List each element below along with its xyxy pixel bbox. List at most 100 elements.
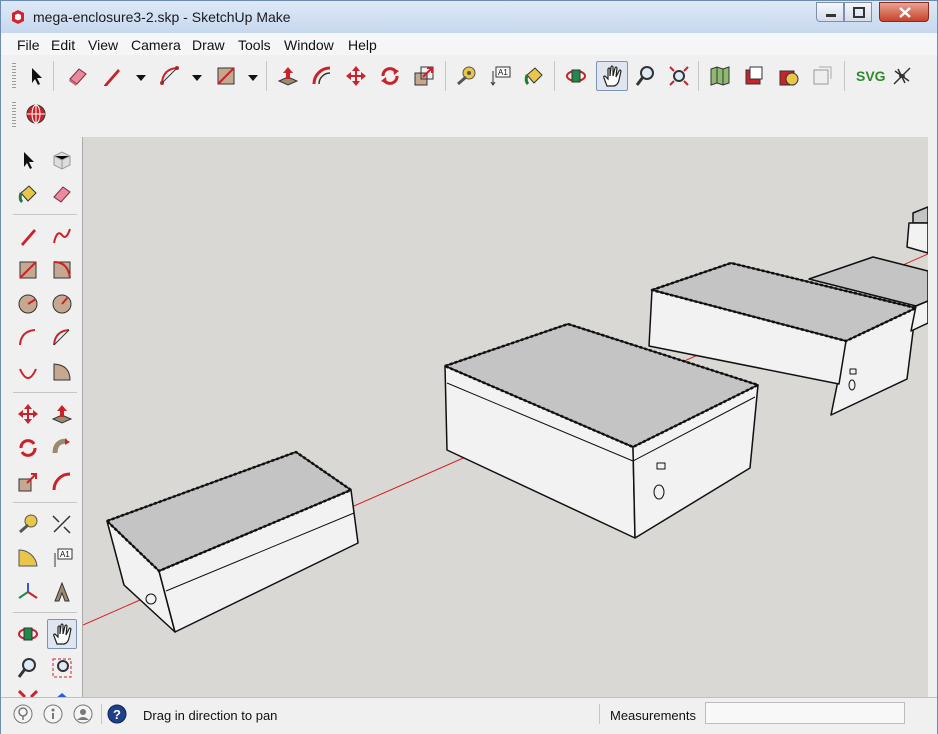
dropdown-arrow-icon[interactable] (134, 73, 148, 83)
extension-icon (779, 70, 799, 86)
menu-tools[interactable]: Tools (238, 37, 271, 53)
three-point-arc-tool-button[interactable] (15, 359, 41, 385)
eraser-tool-button[interactable] (49, 181, 75, 207)
toolbar-grip[interactable] (12, 63, 16, 89)
status-separator (101, 704, 102, 724)
menu-edit[interactable]: Edit (51, 37, 75, 53)
line-tool-button[interactable] (15, 223, 41, 249)
circle-tool-button[interactable] (15, 291, 41, 317)
dimension-tool-button[interactable] (49, 511, 75, 537)
arc-tool-button[interactable] (15, 325, 41, 351)
window-title: mega-enclosure3-2.skp - SketchUp Make (33, 9, 291, 25)
zoom-extents-tool-button[interactable] (15, 687, 41, 697)
dimension-icon (52, 515, 71, 534)
scale-tool-button[interactable] (15, 469, 41, 495)
scale-tool-button[interactable] (411, 63, 437, 89)
pie-tool-button[interactable] (49, 359, 75, 385)
rotate-tool-button[interactable] (15, 435, 41, 461)
geo-location-icon[interactable] (13, 704, 33, 724)
tape-measure-tool-button[interactable] (453, 63, 479, 89)
rotate-icon (381, 67, 399, 85)
move-tool-button[interactable] (343, 63, 369, 89)
tape-measure-tool-button[interactable] (15, 511, 41, 537)
send-to-layout-button[interactable] (809, 63, 835, 89)
move-icon (346, 66, 366, 86)
zoom-tool-button[interactable] (633, 63, 659, 89)
left-toolbar: A1 (1, 137, 83, 697)
maximize-button[interactable] (844, 2, 872, 22)
eraser-icon (53, 186, 71, 203)
two-point-arc-tool-button[interactable] (49, 325, 75, 351)
3d-text-tool-button[interactable] (49, 579, 75, 605)
offset-tool-button[interactable] (49, 469, 75, 495)
credits-icon[interactable] (43, 704, 63, 724)
title-bar: mega-enclosure3-2.skp - SketchUp Make (1, 1, 937, 33)
user-account-icon[interactable] (73, 704, 93, 724)
move-tool-button[interactable] (15, 401, 41, 427)
geo-location-button[interactable] (23, 101, 49, 127)
toolbar-separator (13, 502, 77, 503)
arc-tool-button[interactable] (157, 63, 183, 89)
rectangle-tool-button[interactable] (15, 257, 41, 283)
pan-tool-button[interactable] (47, 619, 77, 649)
menu-view[interactable]: View (88, 37, 118, 53)
text-tool-button[interactable]: A1 (487, 63, 513, 89)
instructor-help-icon[interactable]: ? (107, 704, 127, 724)
polygon-tool-button[interactable] (49, 291, 75, 317)
orbit-tool-button[interactable] (563, 63, 589, 89)
push-pull-tool-button[interactable] (49, 401, 75, 427)
rotate-tool-button[interactable] (377, 63, 403, 89)
menu-help[interactable]: Help (348, 37, 377, 53)
minimize-button[interactable] (816, 2, 844, 22)
svg-export-button[interactable]: SVG (853, 63, 886, 89)
rotated-rectangle-tool-button[interactable] (49, 257, 75, 283)
offset-icon (52, 472, 71, 491)
globe-icon (26, 104, 46, 124)
dropdown-arrow-icon[interactable] (246, 73, 260, 83)
eraser-tool-button[interactable] (65, 63, 91, 89)
component-icon (53, 151, 71, 170)
zoom-window-tool-button[interactable] (49, 655, 75, 681)
3d-warehouse-button[interactable] (741, 63, 767, 89)
orbit-tool-button[interactable] (15, 621, 41, 647)
bug-extension-button[interactable] (889, 63, 915, 89)
pan-hand-icon (53, 623, 72, 645)
make-component-button[interactable] (49, 147, 75, 173)
zoom-tool-button[interactable] (15, 655, 41, 681)
main-toolbar: A1 SVG (1, 55, 937, 138)
select-tool-button[interactable] (15, 147, 41, 173)
close-button[interactable] (879, 2, 929, 22)
menu-file[interactable]: File (17, 37, 40, 53)
enclosure-box-1 (105, 450, 359, 633)
freehand-tool-button[interactable] (49, 223, 75, 249)
measurements-input[interactable] (705, 702, 905, 724)
pan-tool-button[interactable] (596, 61, 628, 91)
axes-tool-button[interactable] (15, 579, 41, 605)
modeling-viewport[interactable] (83, 137, 928, 697)
dropdown-arrow-icon[interactable] (190, 73, 204, 83)
svg-text:A1: A1 (60, 550, 70, 559)
offset-tool-button[interactable] (309, 63, 335, 89)
zoom-extents-tool-button[interactable] (666, 63, 692, 89)
text-tool-button[interactable]: A1 (49, 545, 75, 571)
warehouse-icon (745, 66, 763, 85)
arc-icon (160, 66, 179, 85)
menu-window[interactable]: Window (284, 37, 334, 53)
freehand-icon (53, 228, 71, 244)
select-tool-button[interactable] (23, 63, 49, 89)
push-pull-tool-button[interactable] (275, 63, 301, 89)
paint-bucket-tool-button[interactable] (521, 63, 547, 89)
extension-warehouse-button[interactable] (776, 63, 802, 89)
line-tool-button[interactable] (99, 63, 125, 89)
toolbar-grip[interactable] (12, 102, 16, 128)
previous-view-tool-button[interactable] (49, 687, 75, 697)
add-location-button[interactable] (707, 63, 733, 89)
menu-draw[interactable]: Draw (192, 37, 225, 53)
paint-bucket-tool-button[interactable] (15, 181, 41, 207)
zoom-window-icon (52, 658, 72, 678)
protractor-tool-button[interactable] (15, 545, 41, 571)
menu-camera[interactable]: Camera (131, 37, 181, 53)
rotated-rectangle-icon (53, 261, 71, 279)
rectangle-tool-button[interactable] (213, 63, 239, 89)
follow-me-tool-button[interactable] (49, 435, 75, 461)
